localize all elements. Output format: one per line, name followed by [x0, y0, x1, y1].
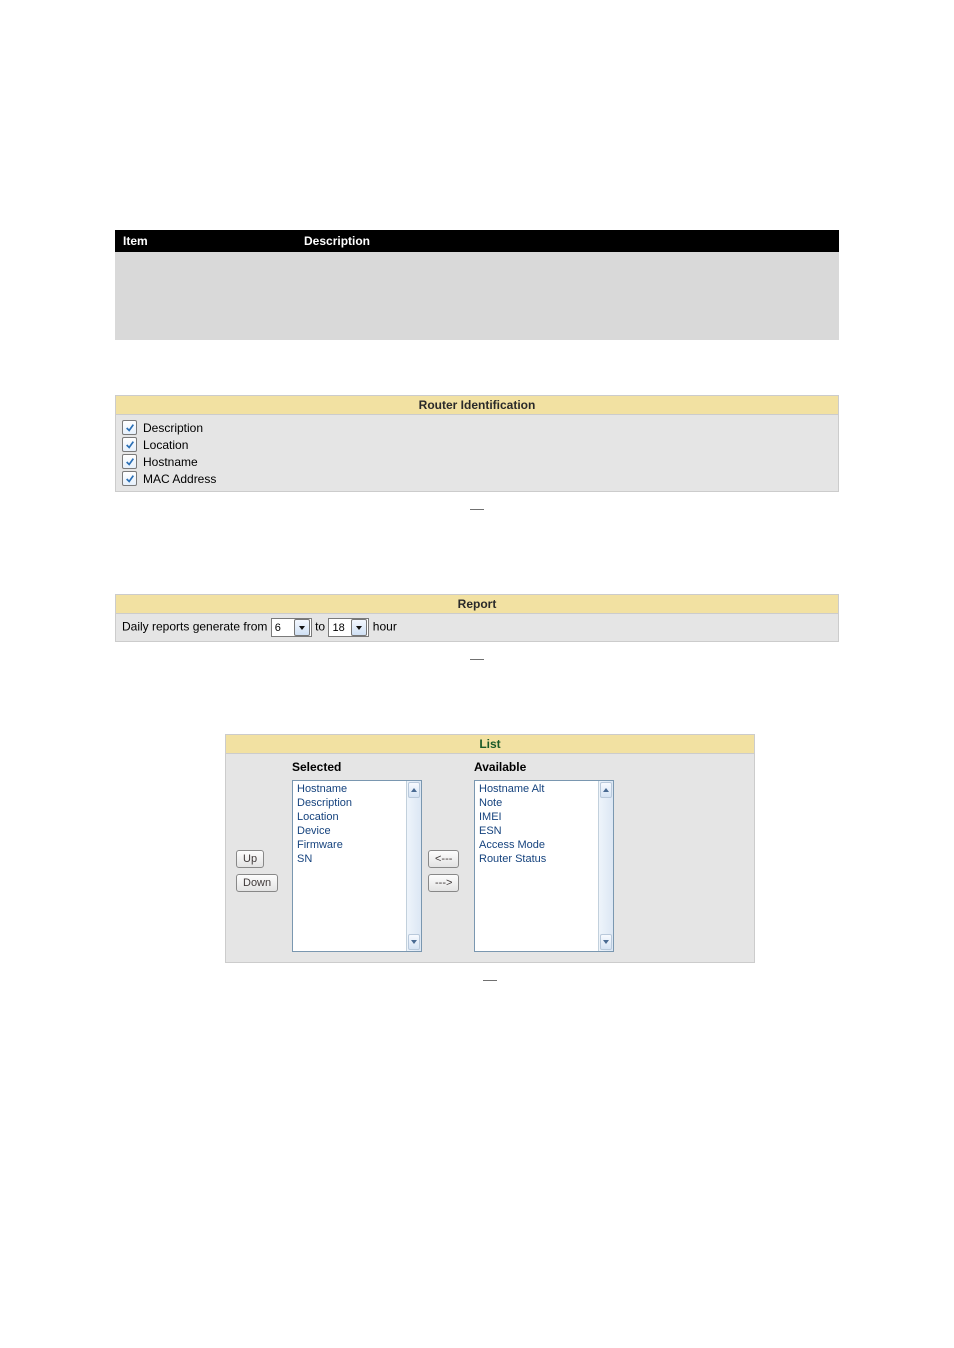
report-prefix: Daily reports generate from — [122, 620, 267, 634]
router-identification-title: Router Identification — [115, 395, 839, 415]
report-from-value: 6 — [272, 622, 293, 634]
separator: — — [115, 492, 839, 524]
scroll-up-icon[interactable] — [408, 782, 420, 798]
checkbox-mac-address[interactable] — [122, 471, 137, 486]
report-title: Report — [115, 594, 839, 614]
move-up-button[interactable]: Up — [236, 850, 264, 868]
checkbox-description-label: Description — [141, 421, 203, 435]
chevron-down-icon — [294, 619, 310, 636]
list-item[interactable]: Router Status — [476, 852, 598, 866]
list-item[interactable]: ESN — [476, 824, 598, 838]
router-identification-panel: Description Location Hostname MAC Addres… — [115, 415, 839, 492]
list-item[interactable]: Hostname — [294, 782, 406, 796]
report-to-select[interactable]: 18 — [328, 618, 369, 637]
report-panel: Daily reports generate from 6 to 18 hour — [115, 614, 839, 642]
list-title: List — [225, 734, 755, 754]
scrollbar[interactable] — [598, 781, 613, 951]
scrollbar[interactable] — [406, 781, 421, 951]
checkbox-mac-address-label: MAC Address — [141, 472, 216, 486]
scroll-up-icon[interactable] — [600, 782, 612, 798]
selected-column-label: Selected — [292, 760, 422, 774]
list-item[interactable]: Firmware — [294, 838, 406, 852]
list-item[interactable]: Description — [294, 796, 406, 810]
list-item[interactable]: Location — [294, 810, 406, 824]
info-table-header-item: Item — [115, 230, 296, 252]
separator: — — [225, 963, 755, 995]
selected-listbox[interactable]: Hostname Description Location Device Fir… — [292, 780, 422, 952]
report-from-select[interactable]: 6 — [271, 618, 312, 637]
info-table-header-desc: Description — [296, 230, 839, 252]
scroll-down-icon[interactable] — [408, 934, 420, 950]
report-suffix: hour — [373, 620, 397, 634]
list-item[interactable]: Hostname Alt — [476, 782, 598, 796]
info-table: Item Description — [115, 230, 839, 340]
list-item[interactable]: Access Mode — [476, 838, 598, 852]
move-down-button[interactable]: Down — [236, 874, 278, 892]
checkbox-location-label: Location — [141, 438, 188, 452]
checkbox-hostname-label: Hostname — [141, 455, 198, 469]
chevron-down-icon — [351, 619, 367, 636]
list-item[interactable]: IMEI — [476, 810, 598, 824]
available-listbox[interactable]: Hostname Alt Note IMEI ESN Access Mode R… — [474, 780, 614, 952]
move-right-button[interactable]: ---> — [428, 874, 459, 892]
report-mid: to — [315, 620, 325, 634]
list-item[interactable]: SN — [294, 852, 406, 866]
checkbox-hostname[interactable] — [122, 454, 137, 469]
checkbox-description[interactable] — [122, 420, 137, 435]
scroll-down-icon[interactable] — [600, 934, 612, 950]
report-to-value: 18 — [329, 622, 350, 634]
list-item[interactable]: Device — [294, 824, 406, 838]
available-column-label: Available — [474, 760, 614, 774]
checkbox-location[interactable] — [122, 437, 137, 452]
move-left-button[interactable]: <--- — [428, 850, 459, 868]
list-item[interactable]: Note — [476, 796, 598, 810]
separator: — — [115, 642, 839, 674]
list-panel: Selected Available Up Down Hostname Desc… — [225, 754, 755, 963]
